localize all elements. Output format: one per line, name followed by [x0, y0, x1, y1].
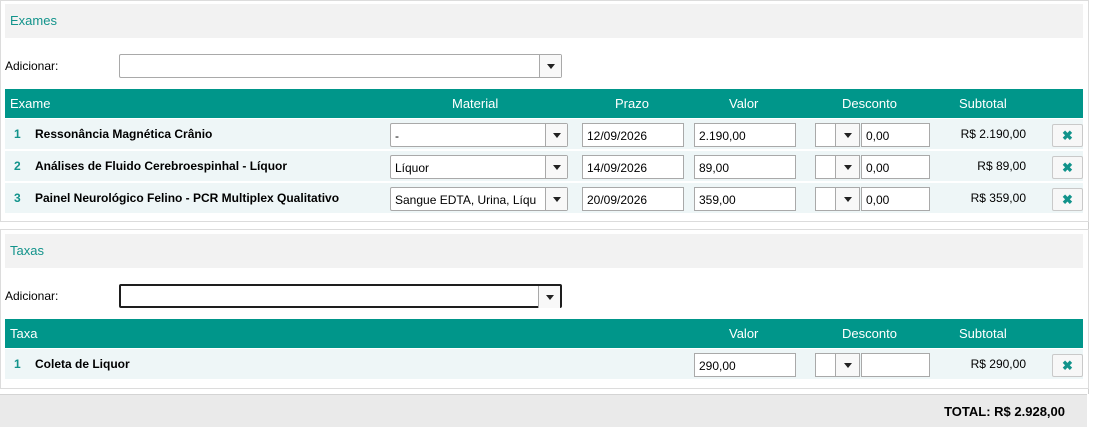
taxa-name: Coleta de Liquor	[35, 357, 130, 371]
valor-input[interactable]: 2.190,00	[694, 123, 796, 147]
material-select[interactable]: Líquor	[390, 155, 568, 179]
col-prazo: Prazo	[615, 96, 649, 111]
exam-name: Análises de Fluido Cerebroespinhal - Líq…	[35, 159, 288, 173]
valor-value: 359,00	[699, 193, 736, 207]
row-subtotal: R$ 290,00	[970, 357, 1026, 371]
valor-value: 2.190,00	[699, 129, 746, 143]
desconto-input[interactable]: 0,00	[861, 155, 930, 179]
taxas-add-label: Adicionar:	[5, 289, 59, 303]
material-value: -	[395, 129, 399, 143]
taxas-panel-header: Taxas	[5, 234, 1083, 268]
prazo-value: 14/09/2026	[587, 161, 648, 175]
valor-value: 89,00	[699, 161, 730, 175]
chevron-down-icon[interactable]	[545, 188, 567, 210]
close-icon: ✖	[1062, 191, 1073, 207]
desconto-value: 0,00	[866, 161, 890, 175]
exam-name: Ressonância Magnética Crânio	[35, 127, 213, 141]
col-subtotal: Subtotal	[959, 96, 1007, 111]
chevron-down-icon[interactable]	[545, 156, 567, 178]
chevron-down-icon[interactable]	[835, 354, 859, 376]
material-value: Líquor	[395, 161, 430, 175]
material-select[interactable]: -	[390, 123, 568, 147]
col-exame: Exame	[10, 96, 51, 111]
valor-input[interactable]: 89,00	[694, 155, 796, 179]
delete-row-button[interactable]: ✖	[1052, 156, 1083, 179]
total-bar: TOTAL: R$ 2.928,00	[0, 394, 1087, 427]
chevron-down-icon[interactable]	[835, 188, 859, 210]
prazo-input[interactable]: 20/09/2026	[582, 187, 684, 211]
row-subtotal: R$ 2.190,00	[960, 127, 1026, 141]
table-row: 1 Ressonância Magnética Crânio - 12/09/2…	[5, 119, 1083, 150]
desconto-value: 0,00	[866, 193, 890, 207]
chevron-down-icon[interactable]	[539, 55, 561, 77]
close-icon: ✖	[1062, 127, 1073, 143]
desconto-type-select[interactable]	[815, 123, 860, 147]
valor-input[interactable]: 359,00	[694, 187, 796, 211]
col-material: Material	[452, 96, 499, 111]
desconto-value: 0,00	[866, 129, 890, 143]
close-icon: ✖	[1062, 357, 1073, 373]
row-number: 1	[14, 357, 21, 371]
valor-input[interactable]: 290,00	[694, 353, 796, 377]
valor-value: 290,00	[699, 359, 736, 373]
table-row: 1 Coleta de Liquor 290,00 R$ 290,00 ✖	[5, 349, 1083, 380]
taxas-table-header: Taxa Valor Desconto Subtotal	[5, 319, 1083, 348]
col-valor: Valor	[729, 326, 759, 341]
table-row: 3 Painel Neurológico Felino - PCR Multip…	[5, 183, 1083, 214]
col-taxa: Taxa	[10, 326, 38, 341]
chevron-down-icon[interactable]	[538, 286, 560, 308]
taxas-title: Taxas	[10, 243, 44, 258]
desconto-input[interactable]	[861, 353, 930, 377]
exames-panel-header: Exames	[5, 4, 1083, 38]
prazo-value: 20/09/2026	[587, 193, 648, 207]
prazo-input[interactable]: 14/09/2026	[582, 155, 684, 179]
taxas-add-select[interactable]	[119, 284, 562, 308]
exam-name: Painel Neurológico Felino - PCR Multiple…	[35, 191, 340, 205]
col-desconto: Desconto	[842, 96, 897, 111]
material-value: Sangue EDTA, Urina, Líqu	[395, 193, 537, 207]
row-subtotal: R$ 359,00	[970, 191, 1026, 205]
close-icon: ✖	[1062, 159, 1073, 175]
exames-table-header: Exame Material Prazo Valor Desconto Subt…	[5, 89, 1083, 118]
row-number: 3	[14, 191, 21, 205]
delete-row-button[interactable]: ✖	[1052, 354, 1083, 377]
col-valor: Valor	[729, 96, 759, 111]
total-amount: TOTAL: R$ 2.928,00	[944, 404, 1065, 419]
exames-add-select[interactable]	[119, 54, 562, 78]
row-number: 1	[14, 127, 21, 141]
table-row: 2 Análises de Fluido Cerebroespinhal - L…	[5, 151, 1083, 182]
chevron-down-icon[interactable]	[835, 156, 859, 178]
desconto-type-select[interactable]	[815, 353, 860, 377]
prazo-input[interactable]: 12/09/2026	[582, 123, 684, 147]
chevron-down-icon[interactable]	[545, 124, 567, 146]
delete-row-button[interactable]: ✖	[1052, 124, 1083, 147]
row-number: 2	[14, 159, 21, 173]
material-select[interactable]: Sangue EDTA, Urina, Líqu	[390, 187, 568, 211]
desconto-input[interactable]: 0,00	[861, 123, 930, 147]
exames-panel: Exames Adicionar: Exame Material Prazo V…	[0, 0, 1089, 222]
taxas-panel: Taxas Adicionar: Taxa Valor Desconto Sub…	[0, 229, 1089, 389]
exames-add-label: Adicionar:	[5, 59, 59, 73]
desconto-type-select[interactable]	[815, 155, 860, 179]
col-desconto: Desconto	[842, 326, 897, 341]
col-subtotal: Subtotal	[959, 326, 1007, 341]
row-subtotal: R$ 89,00	[977, 159, 1026, 173]
chevron-down-icon[interactable]	[835, 124, 859, 146]
desconto-type-select[interactable]	[815, 187, 860, 211]
prazo-value: 12/09/2026	[587, 129, 648, 143]
exames-title: Exames	[10, 13, 57, 28]
desconto-input[interactable]: 0,00	[861, 187, 930, 211]
delete-row-button[interactable]: ✖	[1052, 188, 1083, 211]
